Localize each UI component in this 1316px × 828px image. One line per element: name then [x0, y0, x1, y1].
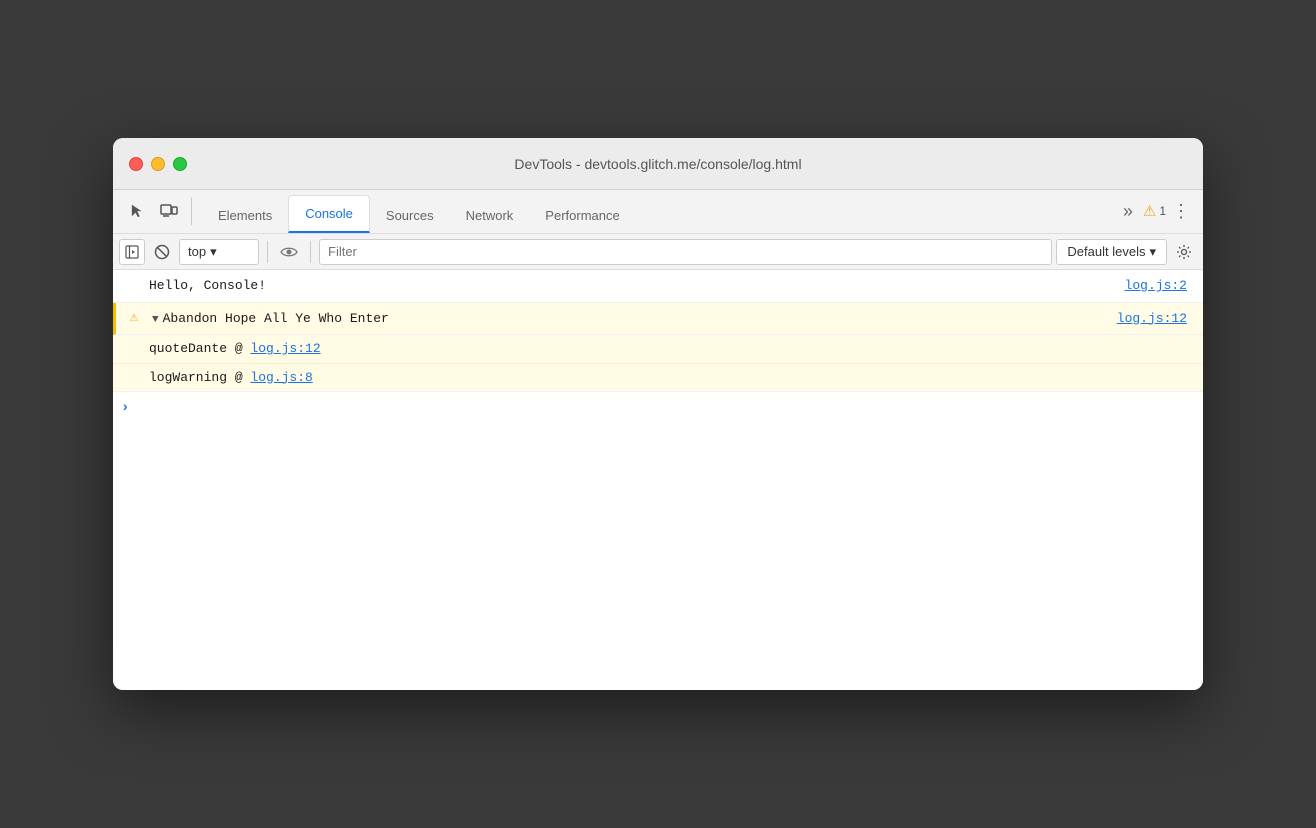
sidebar-toggle-button[interactable] — [119, 239, 145, 265]
console-toolbar: top ▾ Default levels ▾ — [113, 234, 1203, 270]
console-file-ref-1[interactable]: log.js:2 — [1121, 276, 1195, 295]
tabs-list: Elements Console Sources Network Perform… — [202, 189, 1111, 233]
close-button[interactable] — [129, 157, 143, 171]
tab-sources[interactable]: Sources — [370, 197, 450, 233]
levels-label: Default levels — [1067, 244, 1145, 259]
console-message-hello: Hello, Console! — [149, 274, 1121, 298]
tab-divider — [191, 197, 192, 225]
tab-performance[interactable]: Performance — [529, 197, 635, 233]
sub-row-content-1: quoteDante @ log.js:12 — [149, 337, 1195, 361]
console-sub-row-1: quoteDante @ log.js:12 — [113, 335, 1203, 364]
tab-network[interactable]: Network — [450, 197, 530, 233]
warning-triangle-icon: ⚠ — [130, 309, 138, 326]
tabs-bar: Elements Console Sources Network Perform… — [113, 190, 1203, 234]
window-title: DevTools - devtools.glitch.me/console/lo… — [514, 156, 801, 172]
console-output: Hello, Console! log.js:2 ⚠ ▼Abandon Hope… — [113, 270, 1203, 690]
live-expressions-button[interactable] — [276, 239, 302, 265]
context-value: top — [188, 244, 206, 259]
maximize-button[interactable] — [173, 157, 187, 171]
warning-icon: ⚠ — [1143, 202, 1156, 220]
titlebar: DevTools - devtools.glitch.me/console/lo… — [113, 138, 1203, 190]
kebab-menu-button[interactable]: ⋮ — [1172, 201, 1191, 222]
log-levels-button[interactable]: Default levels ▾ — [1056, 239, 1167, 265]
console-warning-group: ⚠ ▼Abandon Hope All Ye Who Enter log.js:… — [113, 303, 1203, 392]
sub-row-gutter-1 — [113, 337, 149, 361]
sub-row-text-2: logWarning @ — [149, 370, 250, 385]
context-selector[interactable]: top ▾ — [179, 239, 259, 265]
tab-elements[interactable]: Elements — [202, 197, 288, 233]
warning-badge[interactable]: ⚠ 1 — [1143, 202, 1166, 220]
console-settings-button[interactable] — [1171, 239, 1197, 265]
context-arrow-icon: ▾ — [210, 244, 217, 260]
traffic-lights — [129, 157, 187, 171]
console-file-ref-2[interactable]: log.js:12 — [1113, 309, 1195, 328]
toolbar-divider-2 — [310, 241, 311, 263]
sub-row-link-2[interactable]: log.js:8 — [250, 370, 312, 385]
expand-arrow-icon[interactable]: ▼ — [152, 312, 159, 329]
more-tabs-button[interactable]: » — [1119, 199, 1137, 224]
console-input-row[interactable]: › — [113, 391, 1203, 423]
console-message-warning: ▼Abandon Hope All Ye Who Enter — [152, 307, 1113, 331]
sub-row-gutter-2 — [113, 366, 149, 390]
tab-console[interactable]: Console — [288, 195, 370, 233]
row-gutter-info — [113, 274, 149, 276]
devtools-window: DevTools - devtools.glitch.me/console/lo… — [113, 138, 1203, 690]
minimize-button[interactable] — [151, 157, 165, 171]
prompt-arrow-icon: › — [121, 400, 129, 416]
warning-count: 1 — [1159, 204, 1166, 218]
console-row-info: Hello, Console! log.js:2 — [113, 270, 1203, 303]
row-gutter-warning: ⚠ — [116, 307, 152, 326]
console-row-warning: ⚠ ▼Abandon Hope All Ye Who Enter log.js:… — [113, 303, 1203, 336]
toolbar-icons — [117, 189, 202, 233]
console-sub-row-2: logWarning @ log.js:8 — [113, 364, 1203, 392]
cursor-icon[interactable] — [123, 197, 151, 225]
device-toolbar-icon[interactable] — [155, 197, 183, 225]
filter-input[interactable] — [319, 239, 1052, 265]
sub-row-content-2: logWarning @ log.js:8 — [149, 366, 1195, 390]
tabs-right: » ⚠ 1 ⋮ — [1111, 189, 1199, 233]
toolbar-divider — [267, 241, 268, 263]
sub-row-text-1: quoteDante @ — [149, 341, 250, 356]
clear-console-button[interactable] — [149, 239, 175, 265]
sub-row-link-1[interactable]: log.js:12 — [250, 341, 320, 356]
levels-arrow-icon: ▾ — [1149, 244, 1156, 260]
